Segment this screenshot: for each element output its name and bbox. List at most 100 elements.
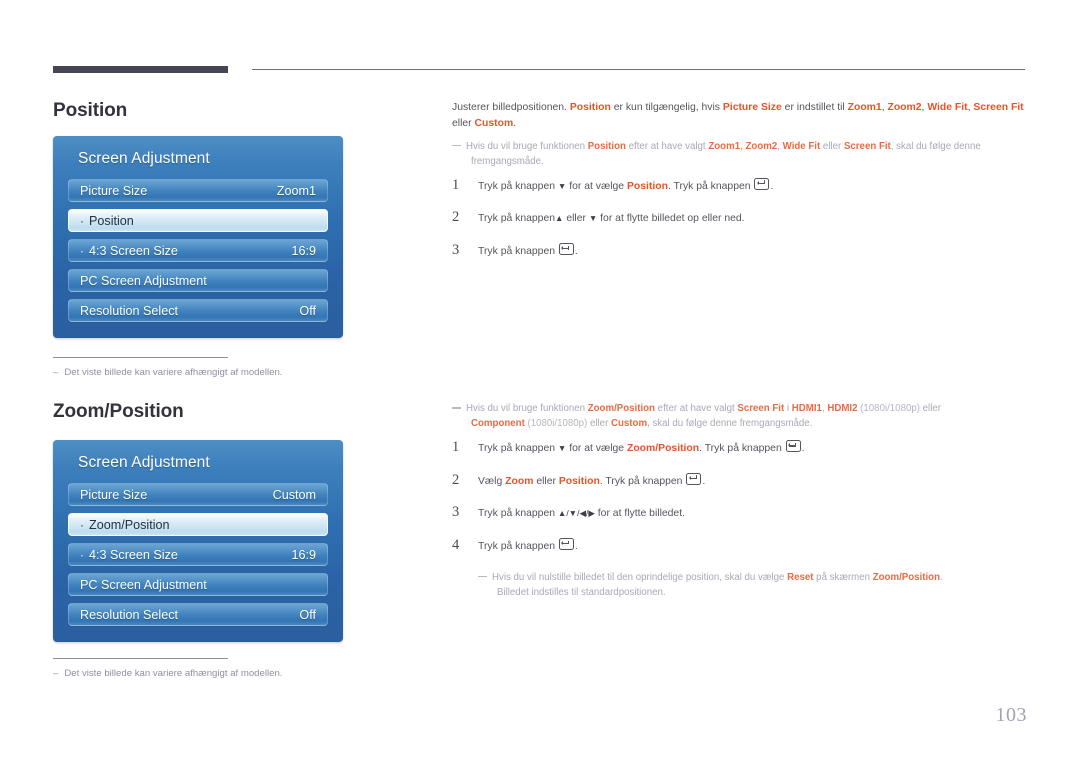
- keyword-position: Position: [569, 102, 611, 113]
- intro-text-2: er kun tilgængelig, hvis: [610, 102, 723, 113]
- osd-row-value: Zoom1: [276, 183, 316, 198]
- osd-row-resolution-select[interactable]: Resolution Select Off: [68, 299, 328, 322]
- step-item: 4 Tryk på knappen .: [452, 537, 1032, 555]
- step-text-2: eller: [563, 213, 589, 225]
- osd-row-label: Picture Size: [80, 487, 148, 502]
- step-text-1: Tryk på knappen: [478, 443, 558, 455]
- osd-menu-panel-position: Screen Adjustment Picture Size Zoom1 · Po…: [53, 136, 343, 338]
- arrow-directions-icon: ▲/▼/◀/▶: [557, 508, 595, 519]
- note-text-4: eller: [919, 403, 941, 414]
- step-text-2: eller: [533, 475, 559, 487]
- footnote-text-wrap: – Det viste billede kan variere afhængig…: [53, 367, 383, 379]
- osd-row-label: 4:3 Screen Size: [89, 547, 178, 562]
- osd-menu-panel-zoom-position: Screen Adjustment Picture Size Custom · Z…: [53, 440, 343, 642]
- keyword-custom: Custom: [611, 418, 648, 430]
- note-text-4: , skal du følge denne: [890, 140, 981, 152]
- note-text-3: eller: [820, 140, 844, 152]
- page-title-zoom-position: Zoom/Position: [53, 401, 184, 422]
- step-number: 2: [452, 209, 460, 226]
- step-number: 1: [452, 176, 460, 193]
- instructions-zoom-position: Hvis du vil bruge funktionen Zoom/Positi…: [452, 401, 1032, 608]
- keyword-position: Position: [587, 140, 626, 152]
- note-text-6: , skal du følge denne fremgangsmåde.: [647, 418, 813, 430]
- enter-key-icon: [754, 177, 770, 190]
- footnote-position: – Det viste billede kan variere afhængig…: [53, 357, 383, 379]
- step-text-4: .: [801, 443, 805, 455]
- keyword-position: Position: [558, 475, 600, 487]
- keyword-screen-fit: Screen Fit: [843, 140, 891, 152]
- page-number: 103: [995, 704, 1027, 726]
- keyword-zoom-position: Zoom/Position: [626, 443, 700, 455]
- step-text: Tryk på knappen .: [478, 537, 578, 555]
- keyword-zoom-position: Zoom/Position: [587, 403, 655, 414]
- osd-row-zoom-position[interactable]: · Zoom/Position: [68, 513, 328, 536]
- keyword-zoom: Zoom: [505, 475, 534, 487]
- bullet-dot-icon: ·: [80, 213, 84, 228]
- steps-list-position: 1 Tryk på knappen ▼ for at vælge Positio…: [452, 177, 1032, 260]
- osd-row-pc-screen-adjustment[interactable]: PC Screen Adjustment: [68, 269, 328, 292]
- footnote-zoom-position: – Det viste billede kan variere afhængig…: [53, 658, 383, 680]
- step-text-4: .: [702, 475, 706, 487]
- reset-note-text-1: Hvis du vil nulstille billedet til den o…: [492, 571, 788, 583]
- note-dim-2: (1080i/1080p): [524, 418, 588, 430]
- keyword-zoom1: Zoom1: [708, 140, 741, 152]
- reset-note-text-2: på skærmen: [813, 571, 873, 583]
- step-text-1: Vælg: [478, 475, 506, 487]
- step-text-4: .: [770, 180, 774, 192]
- step-text-4: .: [574, 540, 578, 552]
- keyword-wide-fit: Wide Fit: [782, 140, 821, 152]
- step-text-3: . Tryk på knappen: [667, 180, 754, 192]
- footnote-dash-icon: –: [53, 668, 59, 679]
- note-line2: Component (1080i/1080p) eller Custom, sk…: [466, 416, 1032, 431]
- osd-row-label: Resolution Select: [80, 607, 179, 622]
- page-title-position: Position: [53, 100, 128, 121]
- step-item: 1 Tryk på knappen ▼ for at vælge Zoom/Po…: [452, 439, 1032, 457]
- note-reset: Hvis du vil nulstille billedet til den o…: [478, 570, 1032, 600]
- osd-row-value: Custom: [272, 487, 316, 502]
- note-text-2: efter at have valgt: [625, 140, 709, 152]
- step-text-2: for at vælge: [566, 180, 627, 192]
- bullet-dot-icon: ·: [80, 243, 84, 258]
- osd-row-value: 16:9: [291, 243, 316, 258]
- note-text-1: Hvis du vil bruge funktionen: [466, 403, 588, 414]
- step-item: 2 Vælg Zoom eller Position. Tryk på knap…: [452, 472, 1032, 490]
- keyword-zoom-position: Zoom/Position: [872, 571, 940, 583]
- step-number: 4: [452, 536, 460, 553]
- osd-row-value: Off: [299, 303, 316, 318]
- note-text-5: eller: [587, 418, 611, 430]
- keyword-hdmi1: HDMI1: [791, 403, 822, 414]
- osd-row-43-screen-size[interactable]: · 4:3 Screen Size 16:9: [68, 543, 328, 566]
- note-dash-icon: [478, 575, 487, 578]
- intro-text-3: er indstillet til: [781, 102, 848, 113]
- osd-row-label: PC Screen Adjustment: [80, 577, 207, 592]
- footnote-text-wrap: – Det viste billede kan variere afhængig…: [53, 668, 383, 680]
- intro-paragraph: Justerer billedpositionen. Position er k…: [452, 100, 1032, 132]
- keyword-component: Component: [471, 418, 525, 430]
- note-dash-icon: [452, 144, 461, 147]
- intro-text-1: Justerer billedpositionen.: [452, 102, 570, 113]
- keyword-screen-fit: Screen Fit: [973, 102, 1024, 113]
- step-text: Tryk på knappen ▼ for at vælge Position.…: [478, 177, 774, 195]
- osd-row-resolution-select[interactable]: Resolution Select Off: [68, 603, 328, 626]
- osd-row-picture-size[interactable]: Picture Size Zoom1: [68, 179, 328, 202]
- osd-row-label-wrap: · Position: [80, 214, 134, 228]
- note-text-line2: fremgangsmåde.: [471, 155, 544, 167]
- osd-row-label: 4:3 Screen Size: [89, 243, 178, 258]
- bullet-dot-icon: ·: [80, 547, 84, 562]
- keyword-hdmi2: HDMI2: [827, 403, 858, 414]
- enter-key-icon: [558, 537, 574, 550]
- footnote-text: Det viste billede kan variere afhængigt …: [64, 367, 283, 378]
- step-item: 3 Tryk på knappen .: [452, 242, 1032, 260]
- osd-row-pc-screen-adjustment[interactable]: PC Screen Adjustment: [68, 573, 328, 596]
- step-number: 2: [452, 471, 460, 488]
- step-number: 1: [452, 439, 460, 456]
- header-accent-bar: [53, 66, 228, 73]
- osd-row-picture-size[interactable]: Picture Size Custom: [68, 483, 328, 506]
- step-text: Vælg Zoom eller Position. Tryk på knappe…: [478, 472, 706, 490]
- osd-row-value: Off: [299, 607, 316, 622]
- osd-row-value: 16:9: [291, 547, 316, 562]
- osd-row-43-screen-size[interactable]: · 4:3 Screen Size 16:9: [68, 239, 328, 262]
- osd-row-label-wrap: · 4:3 Screen Size: [80, 548, 178, 562]
- osd-row-label-wrap: · 4:3 Screen Size: [80, 244, 178, 258]
- osd-row-position[interactable]: · Position: [68, 209, 328, 232]
